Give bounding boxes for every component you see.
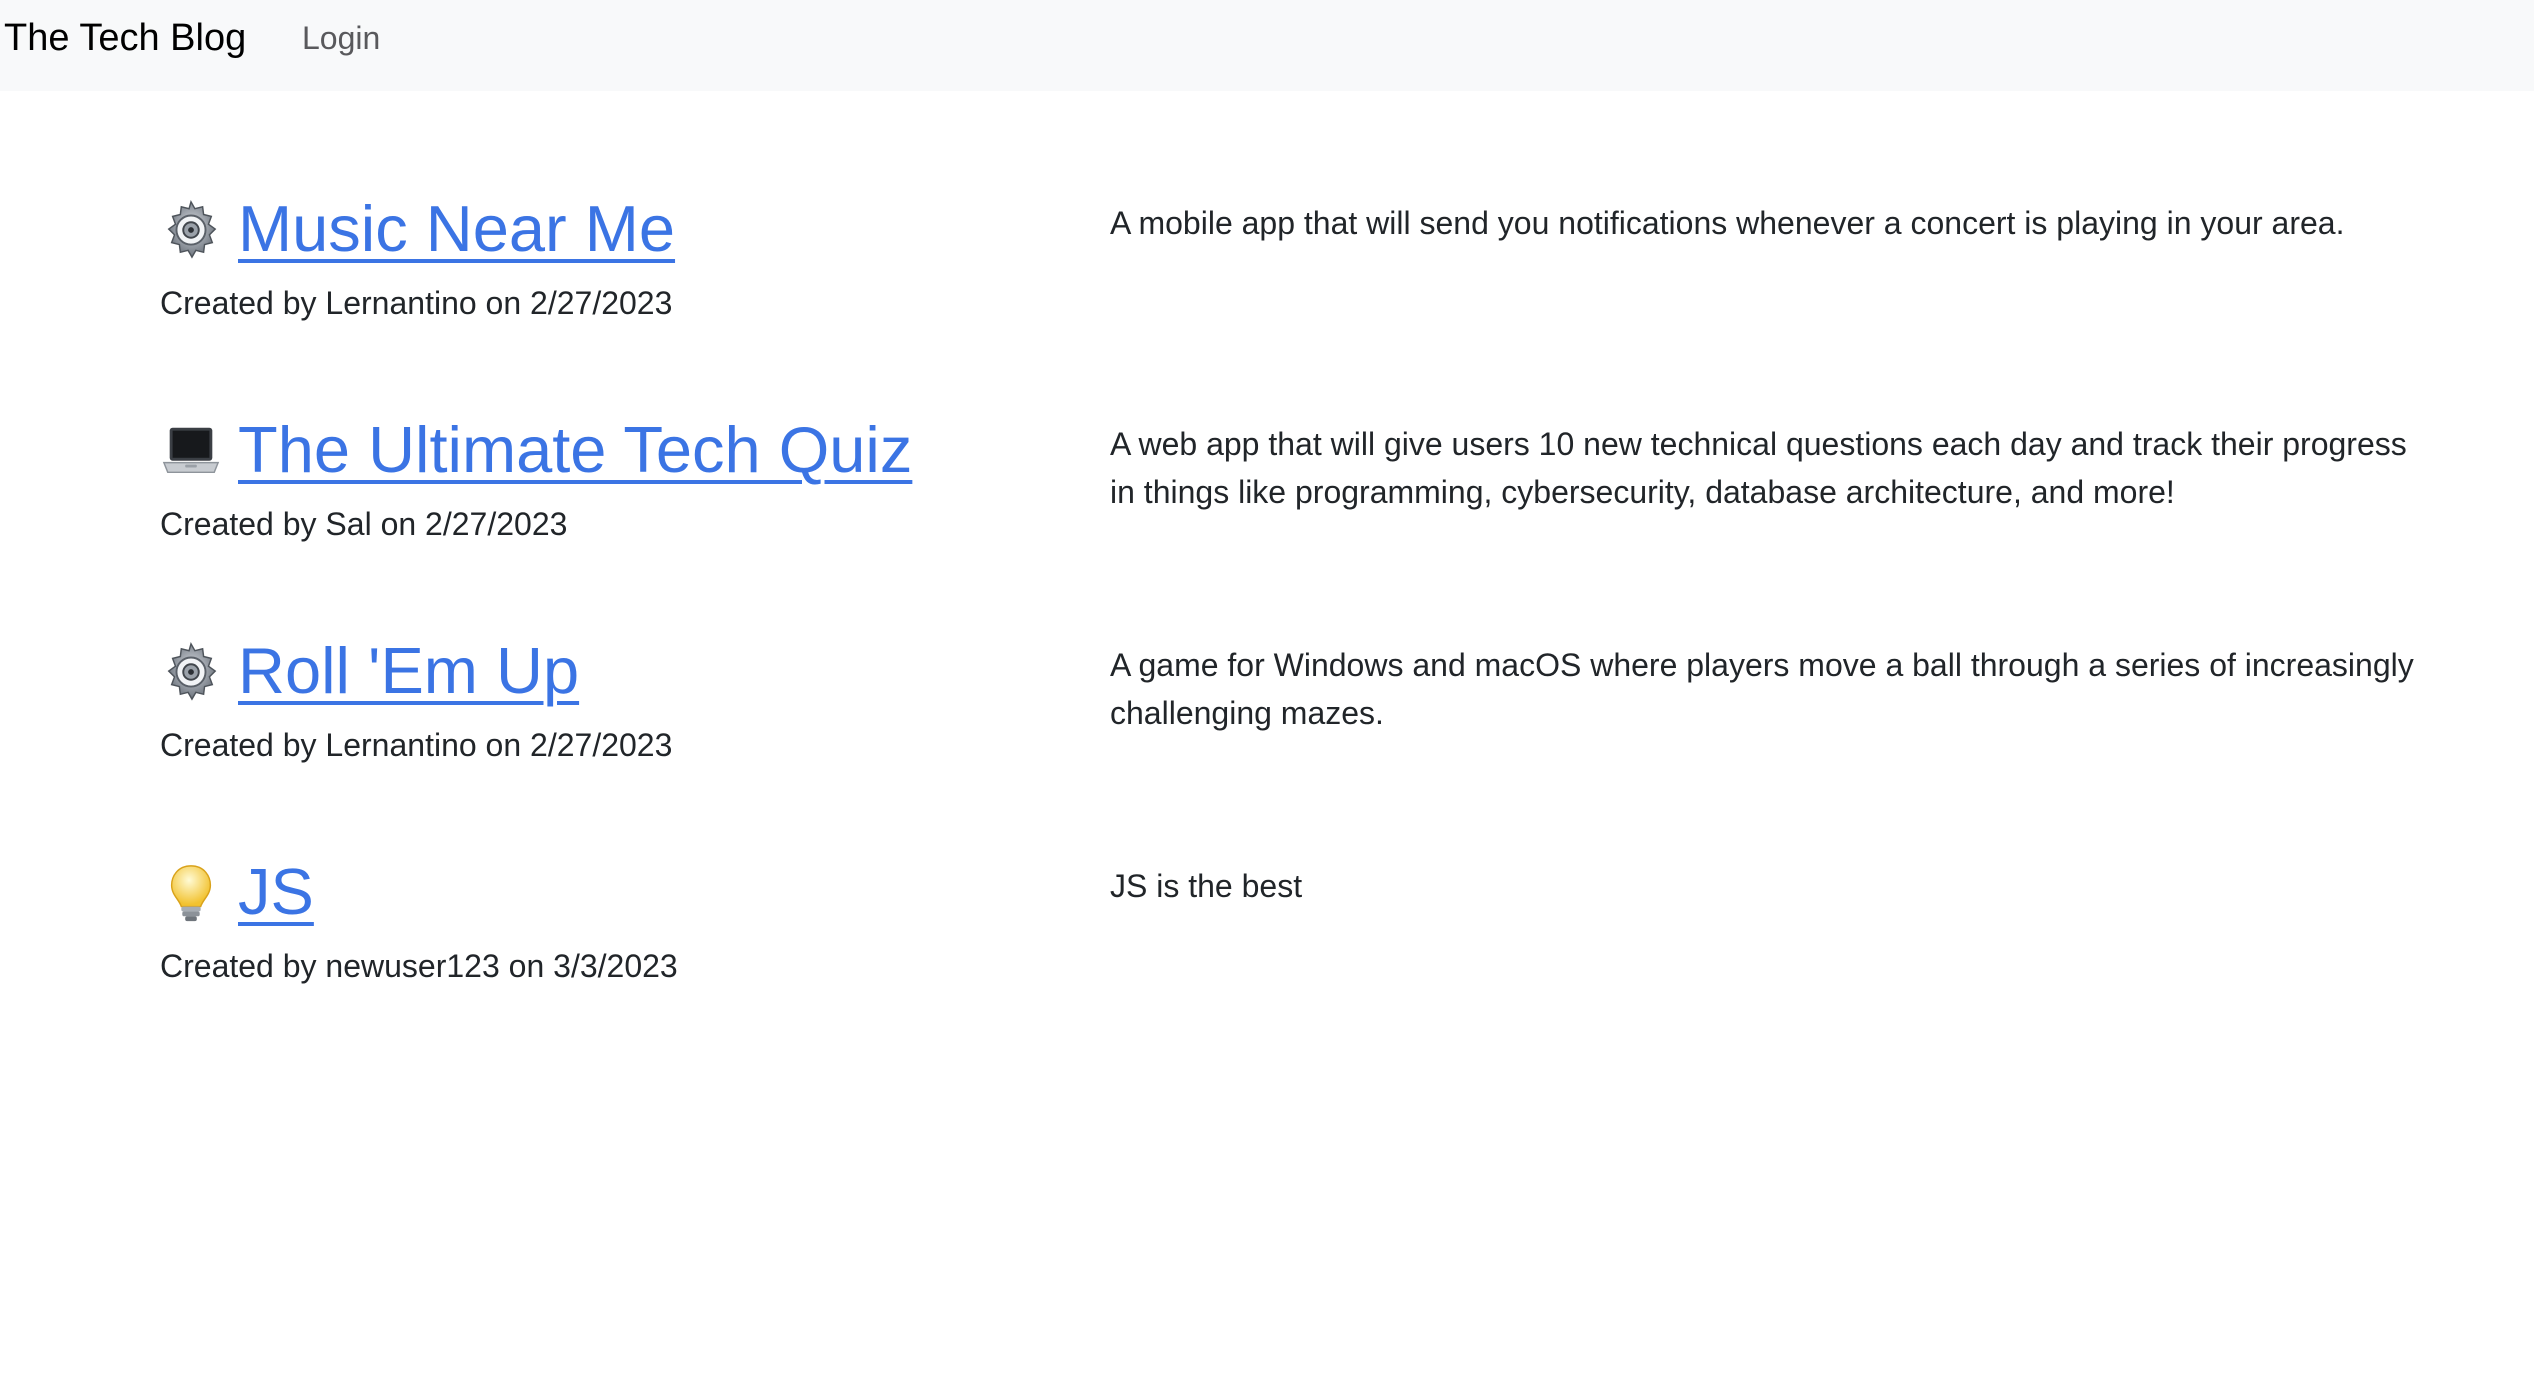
post-title-link[interactable]: Roll 'Em Up: [238, 633, 579, 709]
post-ultimate-tech-quiz: The Ultimate Tech Quiz Created by Sal on…: [0, 410, 2534, 610]
post-title-link[interactable]: JS: [238, 854, 314, 930]
post-meta: Created by Lernantino on 2/27/2023: [160, 285, 673, 321]
post-roll-em-up: Roll 'Em Up Created by Lernantino on 2/2…: [0, 631, 2534, 831]
post-title-link[interactable]: The Ultimate Tech Quiz: [238, 412, 912, 488]
navbar: The Tech Blog Login: [0, 0, 2534, 91]
post-js: JS Created by newuser123 on 3/3/2023 JS …: [0, 852, 2534, 1052]
gear-icon: [167, 642, 217, 701]
gear-icon: [167, 200, 217, 259]
login-link[interactable]: Login: [302, 18, 380, 58]
lightbulb-icon: [170, 865, 212, 922]
post-meta: Created by newuser123 on 3/3/2023: [160, 948, 678, 984]
brand-link[interactable]: The Tech Blog: [4, 16, 246, 60]
post-description: A web app that will give users 10 new te…: [1110, 426, 2407, 510]
post-music-near-me: Music Near Me Created by Lernantino on 2…: [0, 189, 2534, 389]
laptop-icon: [162, 427, 220, 474]
post-title-link[interactable]: Music Near Me: [238, 191, 675, 267]
post-description: A game for Windows and macOS where playe…: [1110, 647, 2414, 731]
post-meta: Created by Sal on 2/27/2023: [160, 506, 568, 542]
post-description: JS is the best: [1110, 868, 1303, 904]
post-description: A mobile app that will send you notifica…: [1110, 205, 2345, 241]
post-meta: Created by Lernantino on 2/27/2023: [160, 727, 673, 763]
